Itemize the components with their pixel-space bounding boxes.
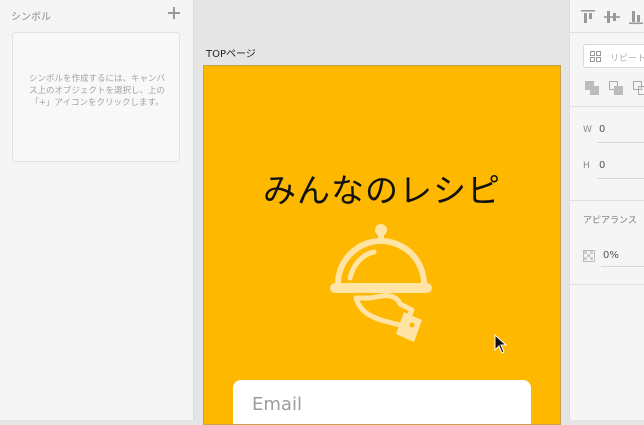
boolean-intersect-icon[interactable] xyxy=(632,80,644,96)
width-underline xyxy=(597,142,644,143)
symbols-hint-text: シンボルを作成するには、キャンバス上のオブジェクトを選択し、上の「+」アイコンを… xyxy=(27,73,167,109)
artboard[interactable]: みんなのレシピ Email xyxy=(203,65,561,425)
property-inspector: リピート W 0 H 0 アピアランス 0% xyxy=(569,0,644,420)
symbols-panel-title: シンボル xyxy=(11,8,51,23)
appearance-label: アピアランス xyxy=(583,213,637,226)
app-title[interactable]: みんなのレシピ xyxy=(204,164,560,212)
divider xyxy=(570,284,644,285)
boolean-add-icon[interactable] xyxy=(584,80,600,96)
height-underline xyxy=(597,178,644,179)
align-bottom-icon[interactable] xyxy=(627,8,644,26)
opacity-checker-icon xyxy=(583,250,595,262)
serving-cloche-icon[interactable] xyxy=(326,218,436,348)
boolean-subtract-icon[interactable] xyxy=(608,80,624,96)
email-placeholder: Email xyxy=(252,394,302,415)
height-label: H xyxy=(583,161,590,171)
width-label: W xyxy=(583,125,592,135)
align-top-icon[interactable] xyxy=(579,8,597,26)
divider xyxy=(570,200,644,201)
align-middle-icon[interactable] xyxy=(603,8,621,26)
divider xyxy=(570,32,644,33)
width-value[interactable]: 0 xyxy=(599,124,605,135)
height-value[interactable]: 0 xyxy=(599,160,605,171)
symbols-empty-area: シンボルを作成するには、キャンバス上のオブジェクトを選択し、上の「+」アイコンを… xyxy=(12,32,180,162)
artboard-name[interactable]: TOPページ xyxy=(206,45,256,60)
symbols-panel: シンボル シンボルを作成するには、キャンバス上のオブジェクトを選択し、上の「+」… xyxy=(0,0,194,420)
mouse-pointer-icon xyxy=(494,334,508,354)
add-symbol-button[interactable] xyxy=(166,5,182,21)
repeat-grid-button[interactable]: リピート xyxy=(583,44,644,68)
grid-icon xyxy=(590,51,601,62)
divider xyxy=(570,106,644,107)
opacity-value[interactable]: 0% xyxy=(603,250,619,261)
repeat-grid-label: リピート xyxy=(610,51,644,64)
opacity-underline xyxy=(601,266,644,267)
email-field[interactable]: Email xyxy=(233,380,531,425)
